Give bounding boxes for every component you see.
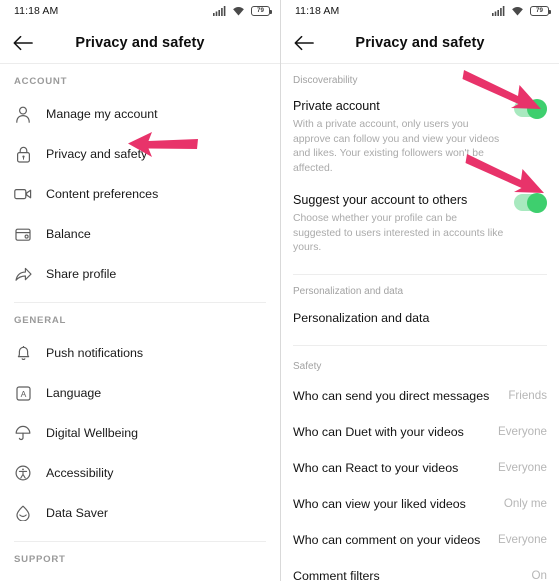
- left-screen-settings-menu: 11:18 AM 79 Privacy and safety ACCOUNT M…: [0, 0, 280, 581]
- setting-row-duet[interactable]: Who can Duet with your videos Everyone: [281, 414, 559, 450]
- person-icon: [14, 105, 32, 123]
- setting-label: Who can view your liked videos: [293, 496, 466, 511]
- sidebar-item-data-saver[interactable]: Data Saver: [0, 493, 280, 533]
- wifi-icon: [512, 6, 523, 16]
- section-header-support: SUPPORT: [14, 554, 66, 565]
- page-title-left: Privacy and safety: [75, 34, 205, 51]
- setting-row-react[interactable]: Who can React to your videos Everyone: [281, 450, 559, 486]
- status-bar-left: 11:18 AM 79: [0, 0, 280, 22]
- share-icon: [14, 265, 32, 283]
- toggle-knob: [527, 98, 547, 119]
- sidebar-item-balance[interactable]: Balance: [0, 214, 280, 254]
- setting-row-liked-videos[interactable]: Who can view your liked videos Only me: [281, 486, 559, 522]
- status-time: 11:18 AM: [14, 5, 59, 17]
- private-account-description: With a private account, only users you a…: [293, 119, 500, 174]
- suggest-account-description: Choose whether your profile can be sugge…: [293, 213, 504, 253]
- section-header-account: ACCOUNT: [14, 76, 68, 87]
- status-time: 11:18 AM: [295, 5, 340, 17]
- setting-row-comments[interactable]: Who can comment on your videos Everyone: [281, 522, 559, 558]
- sidebar-item-label: Share profile: [46, 267, 117, 281]
- setting-label: Comment filters: [293, 568, 380, 581]
- setting-value: Only me: [503, 497, 547, 510]
- back-button-right[interactable]: [291, 30, 317, 56]
- signal-bars-icon: [492, 6, 505, 16]
- sidebar-item-label: Manage my account: [46, 107, 158, 121]
- setting-label: Who can React to your videos: [293, 460, 459, 475]
- status-icons: 79: [213, 6, 272, 16]
- group-header-discoverability: Discoverability: [293, 75, 358, 86]
- battery-level: 79: [257, 6, 264, 14]
- sidebar-item-language[interactable]: A Language: [0, 373, 280, 413]
- sidebar-item-label: Accessibility: [46, 466, 114, 480]
- setting-value: Friends: [508, 389, 547, 402]
- battery-icon: 79: [530, 6, 551, 16]
- sidebar-item-label: Push notifications: [46, 346, 144, 360]
- sidebar-item-push-notifications[interactable]: Push notifications: [0, 333, 280, 373]
- setting-row-personalization-and-data[interactable]: Personalization and data: [281, 303, 559, 333]
- dual-screenshot-container: 11:18 AM 79 Privacy and safety ACCOUNT M…: [0, 0, 559, 581]
- battery-level: 79: [536, 6, 543, 14]
- accessibility-icon: [14, 464, 32, 482]
- section-header-general: GENERAL: [14, 315, 67, 326]
- setting-value: On: [531, 569, 547, 581]
- app-bar-right: Privacy and safety: [281, 22, 559, 64]
- data-saver-icon: [14, 504, 32, 522]
- group-header-safety: Safety: [293, 360, 322, 372]
- private-account-toggle[interactable]: [514, 98, 547, 119]
- setting-value: Everyone: [498, 425, 547, 438]
- setting-row-direct-messages[interactable]: Who can send you direct messages Friends: [281, 378, 559, 414]
- private-account-texts: Private account With a private account, …: [293, 98, 505, 176]
- setting-label: Who can send you direct messages: [293, 388, 490, 403]
- sidebar-item-report-a-problem[interactable]: Report a problem: [0, 572, 280, 581]
- app-bar-left: Privacy and safety: [0, 22, 280, 64]
- sidebar-item-label: Data Saver: [46, 506, 108, 520]
- sidebar-item-share-profile[interactable]: Share profile: [0, 254, 280, 294]
- status-icons: 79: [492, 6, 551, 16]
- personalization-label: Personalization and data: [293, 310, 430, 325]
- setting-row-private-account[interactable]: Private account With a private account, …: [281, 92, 559, 176]
- back-arrow-icon: [294, 35, 314, 50]
- umbrella-icon: [14, 424, 32, 442]
- setting-value: Everyone: [498, 461, 547, 474]
- bell-icon: [14, 344, 32, 362]
- sidebar-item-label: Content preferences: [46, 187, 159, 201]
- sidebar-item-content-preferences[interactable]: Content preferences: [0, 174, 280, 214]
- sidebar-item-label: Balance: [46, 227, 91, 241]
- toggle-knob: [527, 192, 547, 213]
- sidebar-item-manage-my-account[interactable]: Manage my account: [0, 94, 280, 134]
- video-icon: [14, 185, 32, 203]
- setting-row-comment-filters[interactable]: Comment filters On: [281, 558, 559, 581]
- right-screen-privacy-settings: 11:18 AM 79 Privacy and safety Discovera…: [280, 0, 559, 581]
- sidebar-item-label: Language: [46, 386, 102, 400]
- group-header-personalization: Personalization and data: [293, 285, 404, 297]
- wifi-icon: [233, 6, 244, 16]
- setting-label: Who can Duet with your videos: [293, 424, 464, 439]
- wallet-icon: [14, 225, 32, 243]
- private-account-title: Private account: [293, 99, 380, 113]
- back-button-left[interactable]: [10, 30, 36, 56]
- sidebar-item-label: Privacy and safety: [46, 147, 148, 161]
- sidebar-item-privacy-and-safety[interactable]: Privacy and safety: [0, 134, 280, 174]
- sidebar-item-digital-wellbeing[interactable]: Digital Wellbeing: [0, 413, 280, 453]
- suggest-account-title: Suggest your account to others: [293, 193, 468, 207]
- language-icon: A: [14, 384, 32, 402]
- sidebar-item-accessibility[interactable]: Accessibility: [0, 453, 280, 493]
- suggest-account-toggle[interactable]: [514, 192, 547, 213]
- lock-icon: [14, 145, 32, 163]
- svg-text:A: A: [20, 389, 26, 399]
- setting-label: Who can comment on your videos: [293, 532, 481, 547]
- page-title-right: Privacy and safety: [355, 34, 485, 51]
- status-bar-right: 11:18 AM 79: [281, 0, 559, 22]
- back-arrow-icon: [13, 35, 33, 50]
- setting-row-suggest-account[interactable]: Suggest your account to others Choose wh…: [281, 176, 559, 256]
- sidebar-item-label: Digital Wellbeing: [46, 426, 139, 440]
- setting-value: Everyone: [498, 533, 547, 546]
- signal-bars-icon: [213, 6, 226, 16]
- suggest-account-texts: Suggest your account to others Choose wh…: [293, 192, 505, 256]
- battery-icon: 79: [251, 6, 272, 16]
